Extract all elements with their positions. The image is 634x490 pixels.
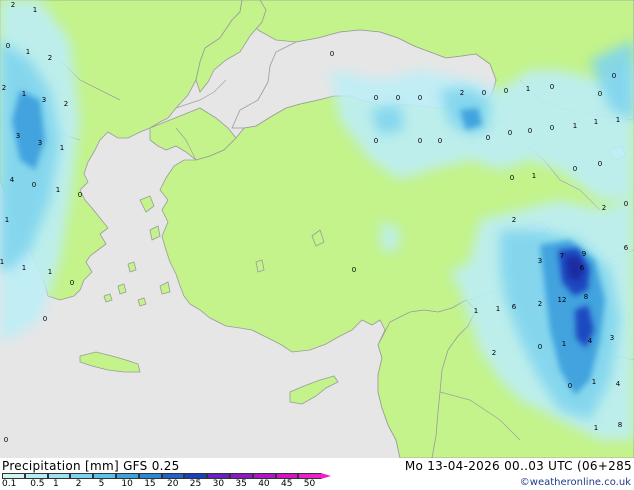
scale-tick-label: 2: [75, 479, 82, 489]
value-label: 1: [48, 268, 52, 276]
value-label: 3: [38, 139, 42, 147]
scale-tick-label: 30: [212, 479, 225, 489]
value-label: 1: [26, 48, 30, 56]
value-label: 6: [624, 244, 629, 252]
value-label: 8: [618, 421, 622, 429]
value-label: 0: [573, 165, 577, 173]
value-label: 1: [60, 144, 64, 152]
value-label: 0: [418, 137, 422, 145]
value-label: 3: [610, 334, 614, 342]
value-label: 2: [11, 1, 15, 9]
value-label: 0: [78, 191, 82, 199]
value-label: 0: [418, 94, 422, 102]
value-label: 0: [374, 94, 378, 102]
value-label: 1: [22, 90, 26, 98]
scale-tick-label: 35: [235, 479, 247, 489]
value-label: 0: [486, 134, 490, 142]
value-label: 0: [568, 382, 572, 390]
value-label: 2: [64, 100, 68, 108]
value-label: 2: [512, 216, 516, 224]
value-label: 0: [598, 160, 602, 168]
value-label: 1: [616, 116, 620, 124]
value-label: 0: [43, 315, 47, 323]
value-label: 1: [562, 340, 566, 348]
scale-tick-label: 0.1: [2, 479, 17, 489]
value-label: 6: [512, 303, 517, 311]
scale-tick-label: 45: [281, 479, 293, 489]
value-label: 12: [558, 296, 567, 304]
value-label: 1: [573, 122, 577, 130]
value-label: 0: [396, 94, 400, 102]
value-label: 0: [550, 83, 554, 91]
value-label: 1: [526, 85, 530, 93]
value-label: 7: [560, 252, 564, 260]
value-label: 4: [10, 176, 15, 184]
value-label: 3: [538, 257, 542, 265]
value-label: 0: [352, 266, 356, 274]
value-label: 1: [0, 258, 4, 266]
scale-tick-label: 0.5: [30, 479, 45, 489]
value-label: 1: [5, 216, 9, 224]
scale-swatch: [47, 473, 71, 479]
value-label: 2: [538, 300, 542, 308]
value-label: 1: [592, 378, 596, 386]
footer: Precipitation [mm] GFS 0.25 Mo 13-04-202…: [0, 458, 634, 490]
value-label: 0: [330, 50, 334, 58]
scale-swatch: [93, 473, 116, 479]
value-label: 4: [616, 380, 621, 388]
value-label: 0: [32, 181, 36, 189]
color-scale: 0.1 0.5 1 2 5 10 15 20 25 30 35 40 45 50: [2, 473, 332, 490]
value-label: 0: [598, 90, 602, 98]
value-label: 3: [42, 96, 46, 104]
scale-tick-label: 15: [144, 479, 156, 489]
scale-tick-label: 10: [121, 479, 133, 489]
value-label: 3: [16, 132, 20, 140]
value-label: 2: [492, 349, 496, 357]
run-time: Mo 13-04-2026 00..03 UTC (06+285: [404, 459, 632, 473]
value-label: 2: [460, 89, 464, 97]
value-label: 0: [528, 127, 532, 135]
scale-swatch: [70, 473, 94, 479]
scale-tick-label: 40: [258, 479, 270, 489]
scale-arrow: [321, 473, 332, 479]
value-label: 0: [624, 200, 628, 208]
scale-tick-label: 20: [167, 479, 179, 489]
scale-tick-label: 25: [189, 479, 202, 489]
value-label: 6: [580, 264, 585, 272]
value-label: 2: [2, 84, 6, 92]
value-label: 2: [48, 54, 52, 62]
value-label: 0: [550, 124, 554, 132]
scale-tick-label: 5: [98, 479, 105, 489]
value-label: 0: [482, 89, 486, 97]
value-label: 1: [474, 307, 478, 315]
value-label: 4: [588, 337, 593, 345]
precipitation-map: 21012213 23314010111 10000 0 02 0 0 1 0000 0 0 00 0 0…: [0, 0, 634, 458]
credit-link[interactable]: ©weatheronline.co.uk: [520, 476, 631, 490]
value-label: 0: [508, 129, 512, 137]
value-label: 1: [532, 172, 536, 180]
value-label: 2: [602, 204, 606, 212]
value-label: 0: [4, 436, 8, 444]
value-label: 1: [594, 424, 598, 432]
value-label: 0: [504, 87, 508, 95]
value-label: 1: [33, 6, 37, 14]
scale-tick-label: 1: [53, 479, 59, 489]
scale-tick-label: 50: [303, 479, 316, 489]
value-label: 1: [496, 305, 500, 313]
value-label: 0: [538, 343, 542, 351]
value-label: 1: [22, 264, 26, 272]
value-label: 9: [582, 250, 586, 258]
value-label: 0: [374, 137, 378, 145]
value-label: 0: [510, 174, 514, 182]
value-label: 0: [438, 137, 442, 145]
value-label: 0: [612, 72, 616, 80]
value-label: 0: [6, 42, 10, 50]
value-label: 0: [70, 279, 74, 287]
value-label: 8: [584, 293, 588, 301]
map-title: Precipitation [mm] GFS 0.25: [2, 459, 180, 473]
value-label: 1: [594, 118, 598, 126]
value-label: 1: [56, 186, 60, 194]
